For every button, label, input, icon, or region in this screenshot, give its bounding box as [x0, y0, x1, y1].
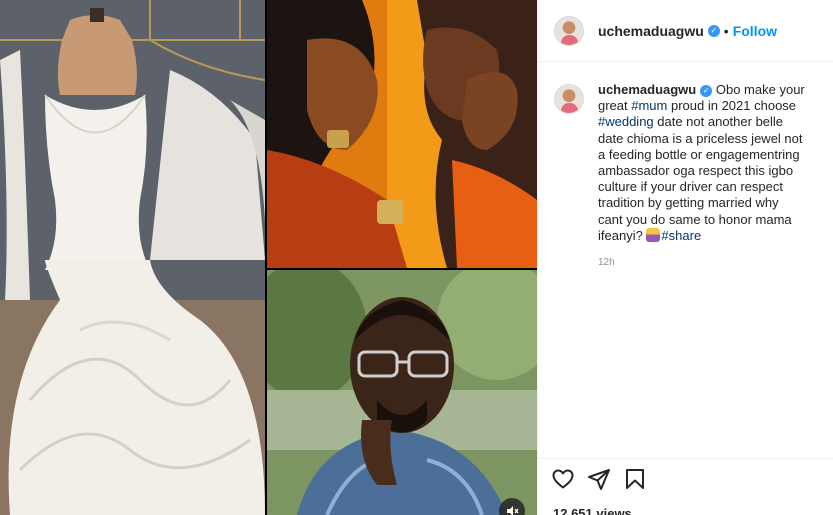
speaker-muted-icon[interactable]	[499, 498, 525, 515]
follow-button[interactable]: Follow	[733, 23, 777, 39]
hashtag-wedding-link[interactable]: #wedding	[598, 114, 654, 129]
caption-username-link[interactable]: uchemaduagwu	[598, 82, 696, 97]
avatar[interactable]	[554, 15, 584, 46]
post-actions: 12,651 views	[538, 458, 833, 515]
post-media[interactable]	[0, 0, 537, 515]
caption-segment: date not another belle date chioma is a …	[598, 114, 803, 243]
person-emoji-icon	[646, 227, 661, 242]
heart-icon[interactable]	[551, 467, 575, 491]
hashtag-share-link[interactable]: #share	[661, 228, 701, 243]
caption-text: uchemaduagwu ✓ Obo make your great #mum p…	[598, 82, 806, 244]
post-header: uchemaduagwu ✓ • Follow	[538, 0, 833, 62]
username-link[interactable]: uchemaduagwu	[598, 23, 704, 39]
send-icon[interactable]	[587, 467, 611, 491]
couple-photo	[267, 0, 537, 268]
man-portrait-photo	[267, 270, 537, 515]
hashtag-mum-link[interactable]: #mum	[631, 98, 667, 113]
wedding-dress-photo	[0, 0, 265, 515]
separator-dot: •	[723, 22, 729, 39]
caption-comment: uchemaduagwu ✓ Obo make your great #mum p…	[538, 62, 833, 268]
post-sidebar: uchemaduagwu ✓ • Follow uchemaduagwu ✓ Ob…	[537, 0, 833, 515]
caption-segment: proud in 2021 choose	[667, 98, 797, 114]
view-count[interactable]: 12,651 views	[551, 506, 818, 515]
avatar[interactable]	[554, 84, 584, 114]
verified-badge-icon: ✓	[707, 24, 720, 37]
verified-badge-icon: ✓	[700, 85, 713, 97]
bookmark-icon[interactable]	[623, 467, 647, 491]
timestamp[interactable]: 12h	[598, 257, 806, 268]
